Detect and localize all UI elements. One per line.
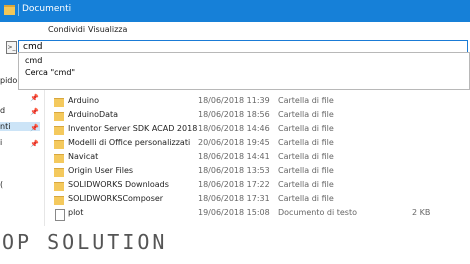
folder-icon	[54, 98, 64, 107]
nav-item-5[interactable]: (	[0, 180, 3, 189]
file-row[interactable]: SOLIDWORKSComposer 18/06/2018 17:31 Cart…	[52, 193, 470, 207]
pin-icon: 📌	[30, 94, 39, 102]
file-type: Cartella di file	[278, 166, 334, 175]
tab-condividi[interactable]: Condividi	[48, 25, 85, 34]
file-name: plot	[68, 208, 84, 217]
pin-icon: 📌	[30, 108, 39, 116]
file-name: Modelli di Office personalizzati	[68, 138, 191, 147]
suggestion-search-cmd[interactable]: Cerca "cmd"	[25, 68, 75, 77]
file-type: Documento di testo	[278, 208, 357, 217]
suggestion-cmd[interactable]: cmd	[25, 56, 42, 65]
address-suggestions: cmd Cerca "cmd"	[18, 52, 470, 90]
file-date: 20/06/2018 19:45	[198, 138, 270, 147]
file-type: Cartella di file	[278, 124, 334, 133]
file-row[interactable]: SOLIDWORKS Downloads 18/06/2018 17:22 Ca…	[52, 179, 470, 193]
tab-visualizza[interactable]: Visualizza	[88, 25, 127, 34]
folder-icon	[54, 112, 64, 121]
file-date: 18/06/2018 18:56	[198, 110, 270, 119]
file-type: Cartella di file	[278, 110, 334, 119]
file-date: 18/06/2018 17:31	[198, 194, 270, 203]
file-date: 18/06/2018 13:53	[198, 166, 270, 175]
file-date: 18/06/2018 14:46	[198, 124, 270, 133]
pin-icon: 📌	[30, 124, 39, 132]
nav-item-4[interactable]: i	[0, 138, 2, 147]
file-date: 19/06/2018 15:08	[198, 208, 270, 217]
text-file-icon	[55, 209, 65, 221]
file-type: Cartella di file	[278, 180, 334, 189]
file-size: 2 KB	[412, 208, 431, 217]
file-name: ArduinoData	[68, 110, 119, 119]
file-date: 18/06/2018 14:41	[198, 152, 270, 161]
file-row[interactable]: Inventor Server SDK ACAD 2018 18/06/2018…	[52, 123, 470, 137]
file-name: Navicat	[68, 152, 99, 161]
file-name: Inventor Server SDK ACAD 2018	[68, 124, 198, 133]
file-name: Arduino	[68, 96, 99, 105]
file-type: Cartella di file	[278, 96, 334, 105]
nav-item-1[interactable]: pido	[0, 76, 17, 85]
command-prompt-icon: >_	[6, 41, 17, 54]
file-type: Cartella di file	[278, 194, 334, 203]
window-title: Documenti	[22, 4, 72, 14]
title-bar: Documenti	[0, 0, 470, 22]
title-separator	[18, 4, 19, 16]
ribbon-tabs: Condividi Visualizza	[0, 22, 470, 39]
folder-icon	[54, 126, 64, 135]
file-row[interactable]: Arduino 18/06/2018 11:39 Cartella di fil…	[52, 95, 470, 109]
pin-icon: 📌	[30, 140, 39, 148]
folder-icon	[54, 168, 64, 177]
file-type: Cartella di file	[278, 138, 334, 147]
watermark-text: OP SOLUTION	[2, 230, 168, 254]
folder-icon	[4, 5, 15, 15]
file-row[interactable]: Navicat 18/06/2018 14:41 Cartella di fil…	[52, 151, 470, 165]
nav-item-2[interactable]: d	[0, 106, 5, 115]
file-row[interactable]: Origin User Files 18/06/2018 13:53 Carte…	[52, 165, 470, 179]
folder-icon	[54, 196, 64, 205]
file-date: 18/06/2018 17:22	[198, 180, 270, 189]
file-name: SOLIDWORKSComposer	[68, 194, 164, 203]
file-name: SOLIDWORKS Downloads	[68, 180, 169, 189]
folder-icon	[54, 140, 64, 149]
file-row[interactable]: ArduinoData 18/06/2018 18:56 Cartella di…	[52, 109, 470, 123]
address-input-value: cmd	[23, 42, 43, 52]
file-name: Origin User Files	[68, 166, 134, 175]
folder-icon	[54, 154, 64, 163]
folder-icon	[54, 182, 64, 191]
file-row[interactable]: plot 19/06/2018 15:08 Documento di testo…	[52, 207, 470, 221]
file-row[interactable]: Modelli di Office personalizzati 20/06/2…	[52, 137, 470, 151]
file-date: 18/06/2018 11:39	[198, 96, 270, 105]
file-type: Cartella di file	[278, 152, 334, 161]
